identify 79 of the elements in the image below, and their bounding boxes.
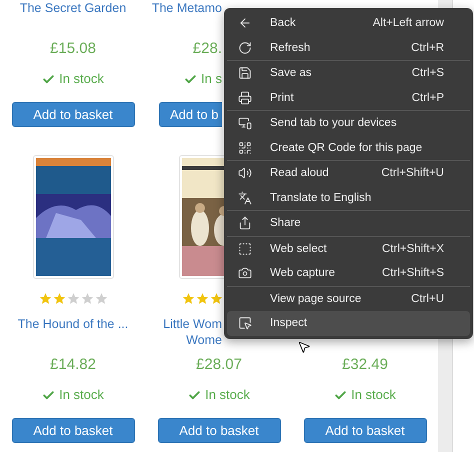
menu-item[interactable]: Read aloud Ctrl+Shift+U	[227, 161, 470, 186]
menu-item-label: View page source	[270, 292, 362, 305]
product-price: £28.	[192, 40, 222, 58]
dashed-square-icon	[238, 242, 252, 256]
menu-item-label: Translate to English	[270, 192, 372, 204]
menu-item-label: Back	[270, 17, 297, 30]
shortcut-label: Ctrl+U	[411, 292, 444, 305]
camera-icon	[238, 266, 252, 280]
check-icon	[334, 388, 348, 402]
stock-status: In stock	[59, 70, 104, 88]
menu-item[interactable]: Print Ctrl+P	[227, 86, 470, 110]
share-icon	[238, 216, 252, 230]
star-icon	[182, 292, 195, 305]
product-title-link[interactable]: Little Wom Wome	[163, 316, 222, 356]
menu-item-label: Save as	[270, 67, 313, 80]
menu-item[interactable]: Translate to English	[227, 186, 470, 210]
star-icon	[66, 292, 80, 305]
menu-item[interactable]: Refresh Ctrl+R	[227, 36, 470, 60]
menu-item[interactable]: Create QR Code for this page	[227, 136, 470, 160]
star-icon	[38, 292, 52, 305]
menu-item-label: Create QR Code for this page	[270, 142, 424, 154]
check-icon	[184, 72, 198, 86]
product-title-link[interactable]: The Secret Garden	[20, 0, 126, 40]
refresh-icon	[238, 40, 252, 55]
inspect-icon	[238, 316, 252, 330]
stock-status: In s	[201, 70, 222, 88]
star-icon	[52, 292, 66, 305]
speaker-icon	[238, 166, 252, 180]
shortcut-label: Ctrl+Shift+S	[382, 267, 444, 280]
shortcut-label: Ctrl+Shift+X	[382, 242, 444, 255]
save-icon	[238, 66, 252, 80]
product-price: £28.07	[196, 356, 242, 374]
qr-code-icon	[238, 140, 252, 155]
check-icon	[188, 388, 202, 402]
back-arrow-icon	[238, 16, 252, 30]
product-price: £15.08	[50, 40, 96, 58]
shortcut-label: Ctrl+S	[412, 67, 444, 80]
stock-status: In stock	[205, 386, 250, 404]
menu-item[interactable]: Inspect	[227, 311, 470, 336]
menu-item-label: Web capture	[270, 267, 336, 280]
stock-status: In stock	[351, 386, 396, 404]
add-to-basket-button[interactable]: Add to basket	[304, 418, 426, 443]
printer-icon	[238, 90, 252, 105]
mouse-cursor-icon	[297, 340, 311, 354]
star-icon	[210, 292, 223, 305]
menu-item[interactable]: Save as Ctrl+S	[227, 61, 470, 86]
star-icon	[196, 292, 209, 305]
menu-item[interactable]: Back Alt+Left arrow	[227, 11, 470, 36]
add-to-basket-button[interactable]: Add to b	[159, 102, 222, 127]
add-to-basket-button[interactable]: Add to basket	[12, 102, 134, 127]
devices-icon	[238, 116, 252, 130]
product-title-link[interactable]: The Metamo	[152, 0, 222, 40]
add-to-basket-button[interactable]: Add to basket	[12, 418, 134, 443]
menu-item[interactable]: Send tab to your devices	[227, 111, 470, 136]
product-price: £32.49	[342, 356, 388, 374]
stock-status: In stock	[59, 386, 104, 404]
product-price: £14.82	[50, 356, 96, 374]
check-icon	[42, 72, 56, 86]
menu-item-label: Send tab to your devices	[270, 117, 398, 130]
add-to-basket-button[interactable]: Add to basket	[158, 418, 280, 443]
shortcut-label: Alt+Left arrow	[372, 17, 444, 30]
shortcut-label: Ctrl+R	[411, 42, 444, 54]
menu-item-label: Print	[270, 92, 295, 104]
check-icon	[42, 388, 56, 402]
translate-icon	[238, 190, 252, 205]
menu-item[interactable]: Web select Ctrl+Shift+X	[227, 236, 470, 261]
star-icon	[94, 292, 108, 305]
star-icon	[80, 292, 94, 305]
menu-item[interactable]: Share	[227, 211, 470, 236]
menu-item-label: Share	[270, 217, 302, 230]
menu-item-label: Refresh	[270, 42, 312, 54]
menu-item-label: Read aloud	[270, 167, 330, 180]
menu-item-label: Web select	[270, 242, 328, 255]
menu-item-label: Inspect	[270, 317, 308, 330]
menu-item[interactable]: View page source Ctrl+U	[227, 286, 470, 311]
shortcut-label: Ctrl+Shift+U	[381, 167, 444, 180]
shortcut-label: Ctrl+P	[412, 92, 444, 104]
product-title-link[interactable]: The Hound of the ...	[18, 316, 128, 356]
menu-item[interactable]: Web capture Ctrl+Shift+S	[227, 261, 470, 286]
